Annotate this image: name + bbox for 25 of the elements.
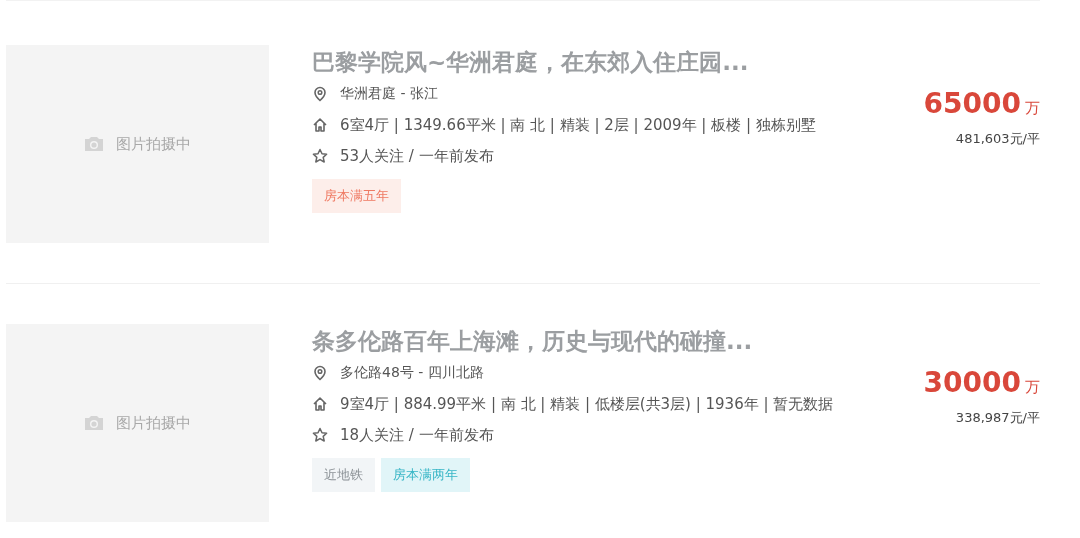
tag: 房本满两年 bbox=[381, 458, 470, 492]
star-icon bbox=[312, 427, 328, 443]
follow-info: 53人关注 / 一年前发布 bbox=[340, 146, 494, 166]
photo-caption: 图片拍摄中 bbox=[116, 413, 191, 433]
follow-info: 18人关注 / 一年前发布 bbox=[340, 425, 494, 445]
house-icon bbox=[312, 117, 328, 133]
unit-price: 338,987元/平 bbox=[955, 409, 1040, 427]
price-unit: 万 bbox=[1025, 99, 1040, 118]
price-unit: 万 bbox=[1025, 378, 1040, 397]
unit-price: 481,603元/平 bbox=[955, 130, 1040, 148]
location-text[interactable]: 多伦路48号 - 四川北路 bbox=[340, 364, 484, 382]
location-text[interactable]: 华洲君庭 - 张江 bbox=[340, 85, 438, 103]
house-details: 9室4厅 | 884.99平米 | 南 北 | 精装 | 低楼层(共3层) | 1936年 | 暂无数据 bbox=[340, 394, 834, 414]
tag: 房本满五年 bbox=[312, 179, 401, 213]
camera-icon bbox=[84, 415, 104, 431]
location-pin-icon bbox=[312, 365, 328, 381]
star-icon bbox=[312, 148, 328, 164]
house-details: 6室4厅 | 1349.66平米 | 南 北 | 精装 | 2层 | 2009年 | 板楼 | 独栋别墅 bbox=[340, 115, 816, 135]
photo-caption: 图片拍摄中 bbox=[116, 134, 191, 154]
house-icon bbox=[312, 396, 328, 412]
total-price: 30000 bbox=[923, 366, 1021, 399]
tag: 近地铁 bbox=[312, 458, 375, 492]
camera-icon bbox=[84, 136, 104, 152]
total-price: 65000 bbox=[923, 87, 1021, 120]
location-pin-icon bbox=[312, 86, 328, 102]
